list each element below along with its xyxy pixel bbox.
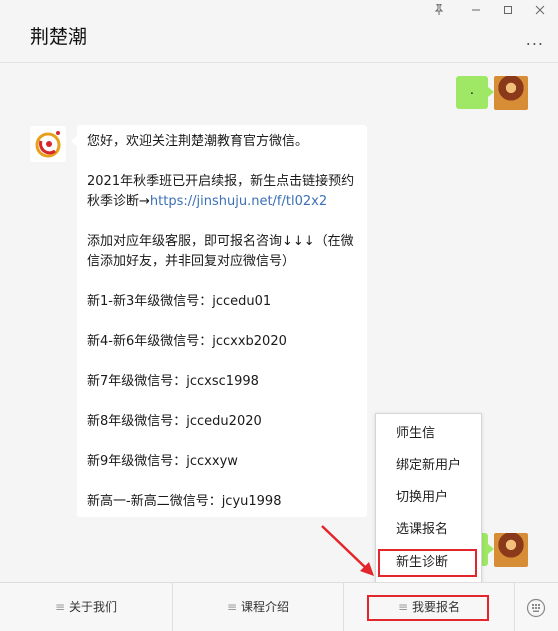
pin-icon[interactable] bbox=[430, 3, 448, 18]
keyboard-icon[interactable] bbox=[526, 598, 546, 618]
menu-item-course-signup[interactable]: 选课报名 bbox=[376, 514, 481, 546]
my-avatar[interactable] bbox=[494, 76, 528, 110]
close-icon[interactable] bbox=[531, 4, 549, 18]
red-arrow-annotation bbox=[321, 525, 374, 576]
received-message-bubble[interactable]: 您好，欢迎关注荆楚潮教育官方微信。 2021年秋季班已开启续报，新生点击链接预约… bbox=[71, 125, 367, 517]
title-bar: 荆楚潮 ... bbox=[0, 0, 558, 63]
grade-1-3-text: 新1-新3年级微信号：jccedu01 bbox=[87, 294, 272, 309]
greeting-text: 您好，欢迎关注荆楚潮教育官方微信。 bbox=[87, 134, 309, 149]
maximize-icon[interactable] bbox=[499, 4, 517, 18]
grade-8-text: 新8年级微信号：jccedu2020 bbox=[87, 414, 262, 429]
sent-message-bubble[interactable]: . bbox=[456, 76, 494, 109]
grade-9-text: 新9年级微信号：jccxxyw bbox=[87, 454, 238, 469]
enroll-text: 2021年秋季班已开启续报，新生点击链接预约秋季诊断→https://jinsh… bbox=[87, 172, 357, 212]
divider bbox=[514, 583, 515, 631]
bottom-menu-bar: ≡ 关于我们 ≡ 课程介绍 ≡ 我要报名 bbox=[0, 582, 558, 631]
more-options-icon[interactable]: ... bbox=[526, 30, 544, 49]
high-school-text: 新高一-新高二微信号：jcyu1998 bbox=[87, 494, 282, 509]
menu-item-bind-new-user[interactable]: 绑定新用户 bbox=[376, 450, 481, 482]
menu-about-us[interactable]: ≡ 关于我们 bbox=[0, 583, 172, 631]
enroll-link[interactable]: https://jinshuju.net/f/tl02x2 bbox=[150, 194, 327, 209]
menu-lines-icon: ≡ bbox=[54, 600, 66, 614]
menu-item-teacher-student-letter[interactable]: 师生信 bbox=[376, 418, 481, 450]
official-account-avatar[interactable] bbox=[30, 126, 66, 162]
grade-4-6-text: 新4-新6年级微信号：jccxxb2020 bbox=[87, 334, 287, 349]
consult-text: 添加对应年级客服，即可报名咨询↓↓↓（在微信添加好友，并非回复对应微信号） bbox=[87, 234, 354, 269]
menu-course-intro-label: 课程介绍 bbox=[241, 600, 290, 614]
submenu-popup: 师生信 绑定新用户 切换用户 选课报名 新生诊断 bbox=[375, 413, 482, 583]
menu-item-new-student-diagnosis[interactable]: 新生诊断 bbox=[378, 549, 477, 577]
sign-up-highlight-box bbox=[367, 595, 489, 621]
grade-7-text: 新7年级微信号：jccxsc1998 bbox=[87, 374, 259, 389]
chat-title: 荆楚潮 bbox=[30, 26, 88, 48]
menu-course-intro[interactable]: ≡ 课程介绍 bbox=[173, 583, 343, 631]
my-avatar-2[interactable] bbox=[494, 533, 528, 567]
menu-lines-icon: ≡ bbox=[226, 600, 238, 614]
menu-item-switch-user[interactable]: 切换用户 bbox=[376, 482, 481, 514]
menu-about-us-label: 关于我们 bbox=[69, 600, 118, 614]
minimize-icon[interactable] bbox=[467, 4, 485, 18]
